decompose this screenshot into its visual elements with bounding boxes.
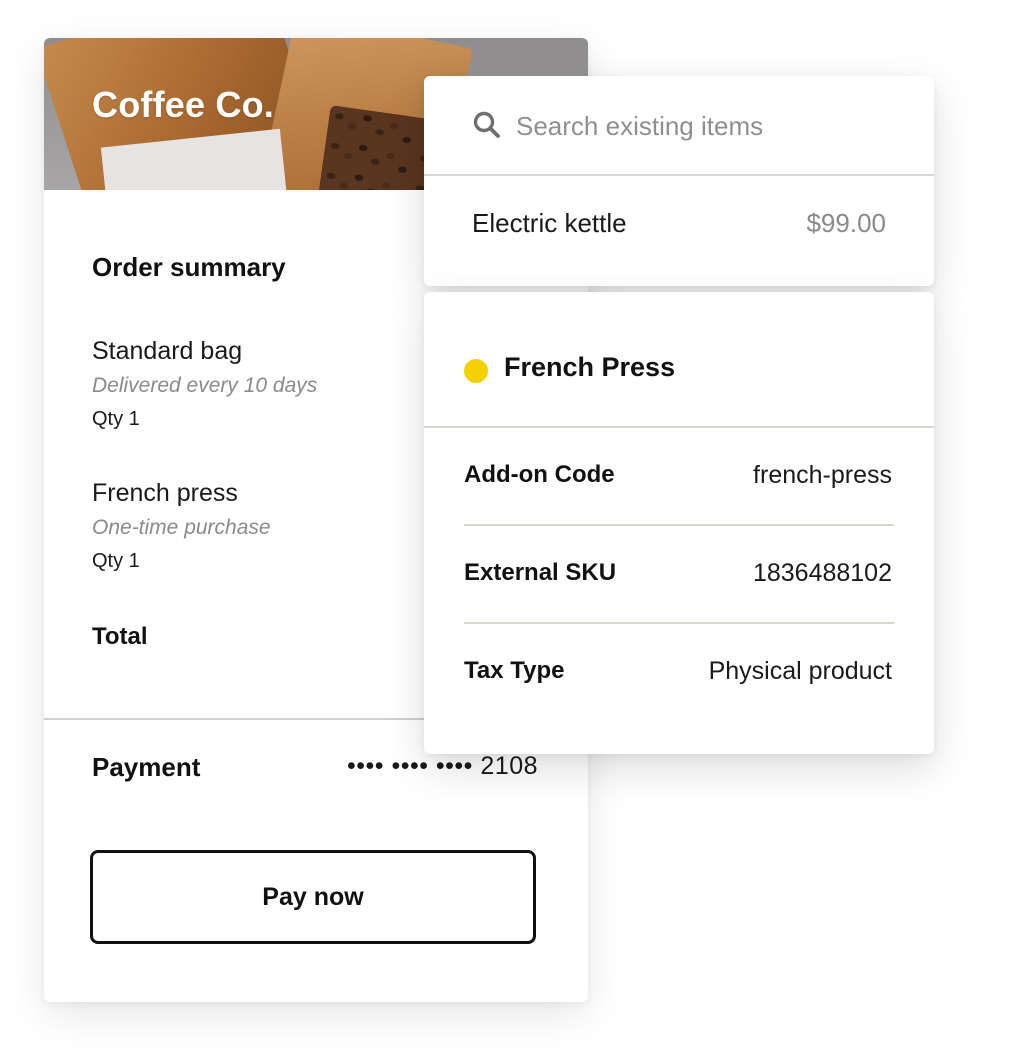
order-summary-title: Order summary (92, 252, 286, 282)
payment-label: Payment (92, 752, 201, 782)
detail-field-row: Add-on Code french-press (464, 429, 894, 526)
field-value: 1836488102 (752, 559, 892, 587)
item-detail-card: French Press Add-on Code french-press Ex… (424, 292, 934, 754)
detail-title: French Press (504, 352, 676, 382)
field-value: Physical product (708, 657, 892, 685)
order-item-note: One-time purchase (92, 516, 271, 539)
order-item-name: Standard bag (92, 337, 243, 365)
total-label: Total (92, 623, 148, 650)
search-icon (473, 111, 500, 138)
detail-header: French Press (424, 292, 934, 428)
order-item-qty: Qty 1 (92, 408, 140, 430)
detail-field-row: Tax Type Physical product (464, 625, 894, 722)
pay-now-button[interactable]: Pay now (90, 850, 536, 944)
search-bar (424, 76, 934, 176)
order-item-note: Delivered every 10 days (92, 374, 318, 397)
brand-name: Coffee Co. (92, 84, 274, 125)
field-label: Add-on Code (464, 461, 615, 488)
field-value: french-press (753, 461, 892, 489)
order-item: Standard bag Delivered every 10 days Qty… (92, 337, 317, 431)
search-result-item[interactable]: Electric kettle $99.00 (424, 178, 934, 278)
result-name: Electric kettle (472, 208, 627, 238)
detail-field-row: External SKU 1836488102 (464, 527, 894, 624)
field-label: Tax Type (464, 657, 565, 684)
result-price: $99.00 (806, 208, 886, 238)
field-label: External SKU (464, 559, 617, 586)
card-number: •••• •••• •••• 2108 (347, 752, 538, 780)
item-search-popover: Electric kettle $99.00 (424, 76, 934, 286)
order-item: French press One-time purchase Qty 1 (92, 479, 271, 573)
status-dot (464, 359, 488, 383)
order-item-qty: Qty 1 (92, 550, 140, 572)
stage: Coffee Co. Order summary Standard bag De… (0, 0, 1018, 1054)
search-input[interactable] (516, 104, 896, 148)
order-item-name: French press (92, 479, 238, 507)
